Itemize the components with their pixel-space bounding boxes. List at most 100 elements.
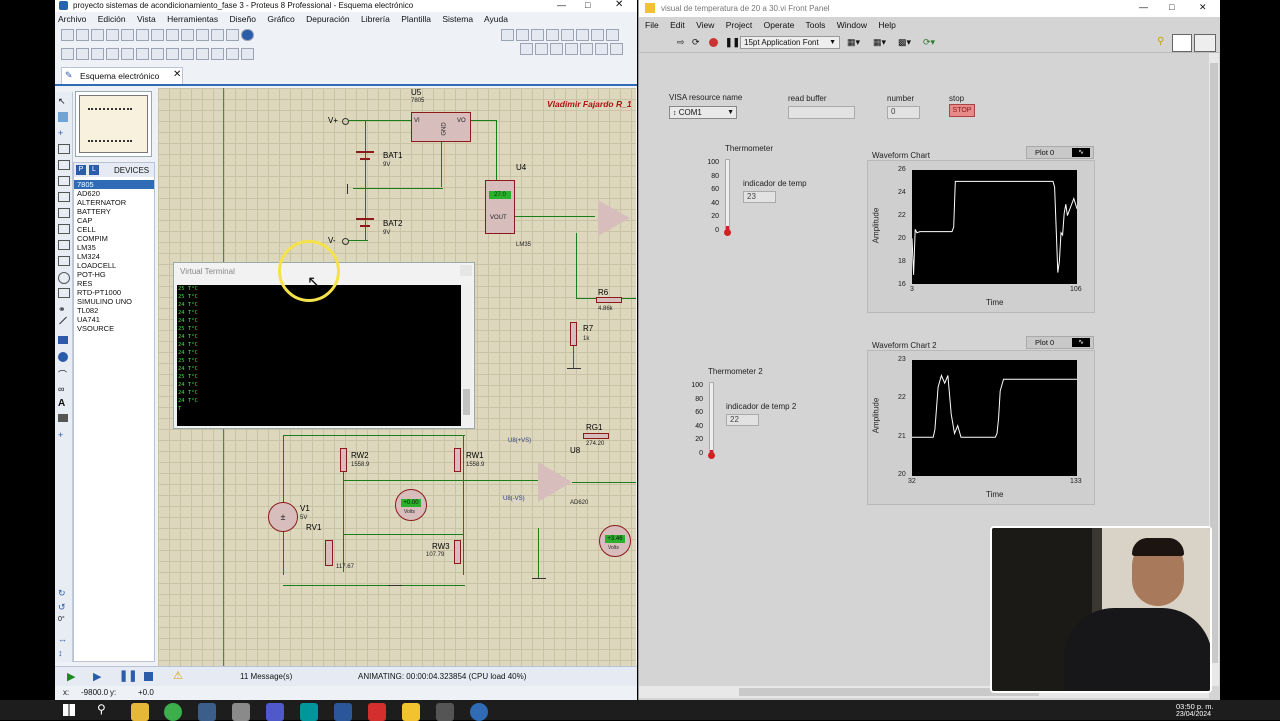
- reorder-icon[interactable]: ⟳▾: [923, 37, 935, 48]
- menu-edicion[interactable]: Edición: [98, 14, 126, 24]
- angle-field[interactable]: 0°: [58, 616, 65, 623]
- close-icon[interactable]: ✕: [615, 0, 623, 10]
- pin-icon[interactable]: [58, 224, 70, 234]
- gerber-icon[interactable]: [181, 29, 194, 41]
- menu-operate[interactable]: Operate: [764, 20, 795, 30]
- font-select[interactable]: 15pt Application Font ▼: [740, 36, 840, 49]
- device-item[interactable]: POT-HG: [74, 270, 154, 279]
- selection-mode-icon[interactable]: ↖: [58, 96, 68, 106]
- 3d-icon[interactable]: [166, 29, 179, 41]
- search-icon[interactable]: [535, 43, 548, 55]
- labview-titlebar[interactable]: visual de temperatura de 20 a 30.vi Fron…: [639, 0, 1220, 17]
- block-delete-icon[interactable]: [181, 48, 194, 60]
- device-item[interactable]: RTD-PT1000: [74, 288, 154, 297]
- device-item[interactable]: RES: [74, 279, 154, 288]
- voltmeter-1[interactable]: +0.00 Volts: [395, 489, 427, 521]
- lv-close-icon[interactable]: ✕: [1199, 2, 1207, 13]
- rw1-resistor[interactable]: [454, 448, 461, 472]
- ni-max-icon[interactable]: [436, 703, 454, 721]
- tab-esquema-electronico[interactable]: ✎ Esquema electrónico ✕: [61, 67, 183, 84]
- menu-archivo[interactable]: Archivo: [58, 14, 86, 24]
- mirror-x-icon[interactable]: ↔: [58, 634, 67, 644]
- help-icon[interactable]: [241, 29, 254, 41]
- chart2-plot-legend[interactable]: Plot 0 ∿: [1026, 336, 1094, 349]
- menu-project[interactable]: Project: [726, 20, 752, 30]
- lv-minimize-icon[interactable]: —: [1139, 2, 1148, 12]
- buses-icon[interactable]: [58, 176, 70, 186]
- zoom-in-icon[interactable]: [561, 29, 574, 41]
- new-file-icon[interactable]: [61, 29, 74, 41]
- pick-devices-button[interactable]: P: [76, 165, 86, 175]
- remove-sheet-icon[interactable]: [595, 43, 608, 55]
- pan-icon[interactable]: [546, 29, 559, 41]
- r7-resistor[interactable]: [570, 322, 577, 346]
- packaging-icon[interactable]: [226, 48, 239, 60]
- u8-ad620-amplifier[interactable]: [538, 462, 572, 502]
- cut-icon[interactable]: [91, 48, 104, 60]
- recorder-icon[interactable]: [58, 256, 70, 266]
- terminal-scroll-thumb[interactable]: [463, 389, 470, 415]
- search-icon[interactable]: ⚲: [97, 702, 106, 716]
- menu-vista[interactable]: Vista: [137, 14, 156, 24]
- generator-icon[interactable]: [58, 272, 70, 284]
- device-item[interactable]: 7805: [74, 180, 154, 189]
- component-mode-icon[interactable]: [58, 112, 68, 122]
- rotate-ccw-icon[interactable]: ↺: [58, 602, 66, 613]
- terminal-close-button[interactable]: [460, 265, 472, 276]
- menu-window[interactable]: Window: [837, 20, 867, 30]
- device-item[interactable]: CELL: [74, 225, 154, 234]
- file-explorer-icon[interactable]: [131, 703, 149, 721]
- menu-libreria[interactable]: Librería: [361, 14, 390, 24]
- step-icon[interactable]: ▶: [93, 670, 101, 683]
- run-arrow-icon[interactable]: ⇨: [677, 37, 685, 48]
- pcb-icon[interactable]: [151, 29, 164, 41]
- u5-regulator[interactable]: VI VO GND: [411, 112, 471, 142]
- import-icon[interactable]: [106, 29, 119, 41]
- design-explorer-icon[interactable]: [565, 43, 578, 55]
- decompose-icon[interactable]: [241, 48, 254, 60]
- terminal-output[interactable]: 25 T°C 25 T°C 24 T°C 24 T°C 24 T°C 25 T°C 24 T…: [177, 285, 461, 426]
- align-objects-icon[interactable]: ▦▾: [847, 37, 860, 48]
- mirror-y-icon[interactable]: ↕: [58, 648, 63, 658]
- menu-view[interactable]: View: [696, 20, 714, 30]
- acrobat-icon[interactable]: [368, 703, 386, 721]
- proteus-taskbar-icon[interactable]: [402, 703, 420, 721]
- paste-icon[interactable]: [121, 48, 134, 60]
- marker-icon[interactable]: +: [58, 430, 68, 440]
- zoom-all-icon[interactable]: [591, 29, 604, 41]
- new-sheet-icon[interactable]: [580, 43, 593, 55]
- netlist-icon[interactable]: [610, 43, 623, 55]
- bom-icon[interactable]: [196, 29, 209, 41]
- device-item[interactable]: AD620: [74, 189, 154, 198]
- menu-depuracion[interactable]: Depuración: [306, 14, 349, 24]
- text-script-icon[interactable]: [58, 160, 70, 170]
- rw3-resistor[interactable]: [454, 540, 461, 564]
- word-icon[interactable]: [334, 703, 352, 721]
- menu-diseno[interactable]: Diseño: [230, 14, 256, 24]
- overview-window[interactable]: [75, 91, 152, 157]
- block-move-icon[interactable]: [151, 48, 164, 60]
- terminals-icon[interactable]: [58, 208, 70, 218]
- v1-source[interactable]: ±: [268, 502, 298, 532]
- arduino-icon[interactable]: [300, 703, 318, 721]
- vi-connector-pane-icon[interactable]: [1172, 34, 1192, 52]
- grid-icon[interactable]: [516, 29, 529, 41]
- tab-close-icon[interactable]: ✕: [173, 69, 181, 80]
- device-item[interactable]: LM35: [74, 243, 154, 252]
- menu-tools[interactable]: Tools: [806, 20, 826, 30]
- r6-resistor[interactable]: [596, 297, 622, 303]
- u4-lm35-sensor[interactable]: 27.0 VOUT: [485, 180, 515, 234]
- library-manager-button[interactable]: L: [89, 165, 99, 175]
- circle-icon[interactable]: [58, 352, 68, 362]
- junction-dot-icon[interactable]: +: [58, 128, 68, 138]
- wire-autorouter-icon[interactable]: [520, 43, 533, 55]
- path-icon[interactable]: ∞: [58, 384, 68, 394]
- maximize-icon[interactable]: □: [585, 0, 590, 10]
- pick-device-icon[interactable]: [196, 48, 209, 60]
- voltmeter-2[interactable]: +3.46 Volts: [599, 525, 631, 557]
- redo-icon[interactable]: [76, 48, 89, 60]
- labview-taskbar-icon[interactable]: [198, 703, 216, 721]
- menu-edit[interactable]: Edit: [670, 20, 685, 30]
- messages-count[interactable]: 11 Message(s): [240, 672, 292, 681]
- copy-icon[interactable]: [106, 48, 119, 60]
